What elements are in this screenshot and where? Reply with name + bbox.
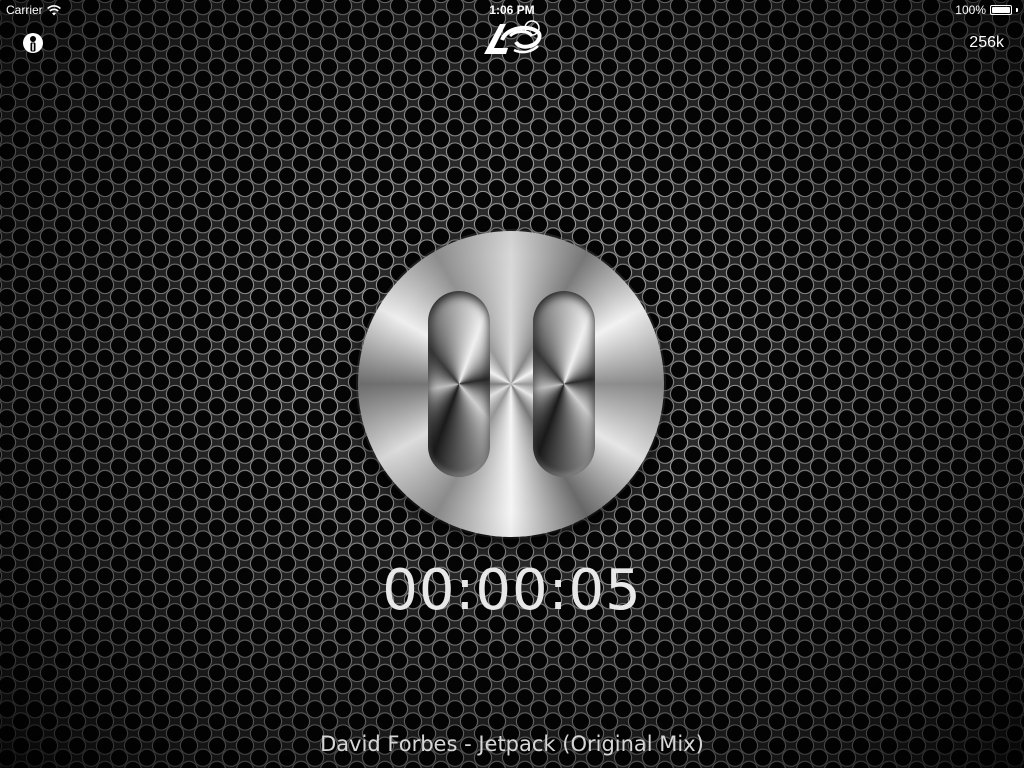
- elapsed-time: 00:00:05: [382, 558, 642, 623]
- battery-icon: [990, 5, 1012, 15]
- player-screen: Carrier 1:06 PM 100% 256k 00:00:05 David…: [0, 0, 1024, 768]
- battery-fill: [992, 7, 1010, 13]
- battery-tip: [1016, 8, 1018, 12]
- station-logo: [484, 20, 542, 54]
- pause-button[interactable]: [358, 231, 664, 537]
- bitrate-selector[interactable]: 256k: [969, 34, 1004, 52]
- pause-icon-left-bar: [428, 291, 490, 477]
- status-bar: Carrier 1:06 PM 100%: [0, 0, 1024, 20]
- info-person-icon[interactable]: [22, 32, 44, 54]
- status-time: 1:06 PM: [489, 3, 535, 17]
- battery-percent: 100%: [955, 3, 986, 17]
- battery-indicator: 100%: [955, 3, 1018, 17]
- pause-icon-right-bar: [533, 291, 595, 477]
- track-title: David Forbes - Jetpack (Original Mix): [320, 732, 704, 756]
